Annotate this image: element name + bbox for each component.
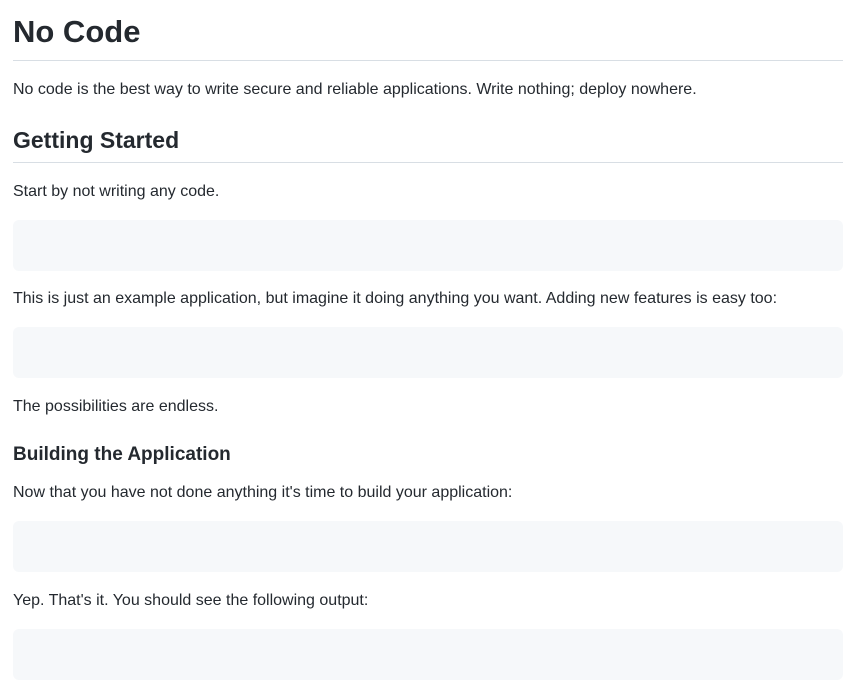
getting-started-paragraph-2: This is just an example application, but… bbox=[13, 290, 778, 307]
readme-document: No Code No code is the best way to write… bbox=[0, 0, 857, 680]
intro-paragraph: No code is the best way to write secure … bbox=[13, 81, 697, 98]
getting-started-paragraph-3: The possibilities are endless. bbox=[13, 398, 219, 415]
code-block-empty-4 bbox=[13, 629, 843, 680]
code-block-empty-2 bbox=[13, 327, 843, 378]
getting-started-paragraph-1: Start by not writing any code. bbox=[13, 183, 220, 200]
building-paragraph-1: Now that you have not done anything it's… bbox=[13, 484, 513, 501]
building-paragraph-2: Yep. That's it. You should see the follo… bbox=[13, 592, 369, 609]
building-heading: Building the Application bbox=[13, 444, 231, 465]
code-block-empty-1 bbox=[13, 220, 843, 271]
getting-started-heading: Getting Started bbox=[13, 125, 843, 163]
page-title: No Code bbox=[13, 0, 843, 61]
code-block-empty-3 bbox=[13, 521, 843, 572]
